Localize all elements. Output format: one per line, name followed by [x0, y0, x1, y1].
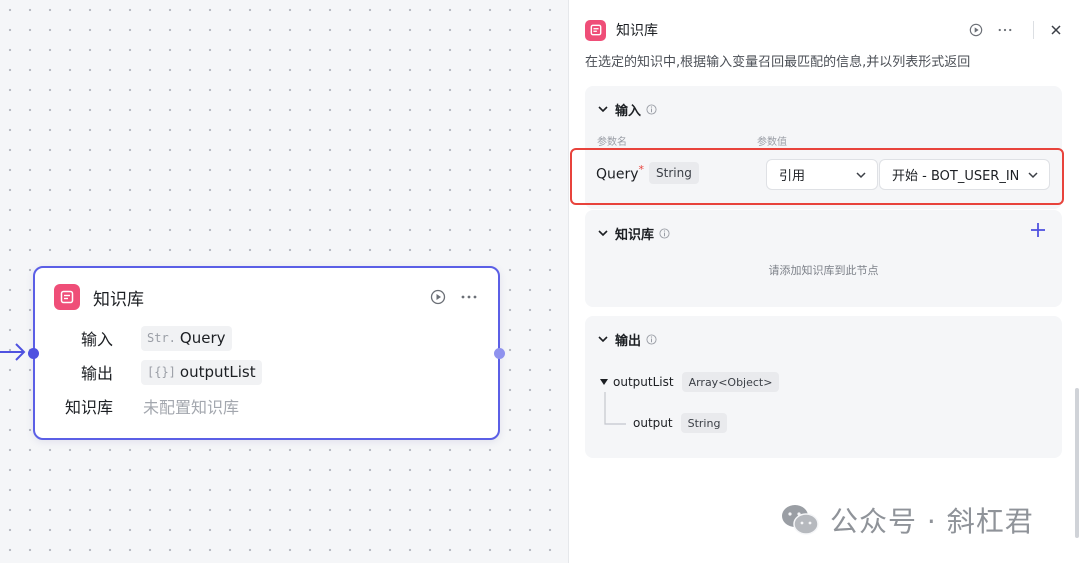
- panel-title: 知识库: [616, 23, 658, 39]
- output-child-type: String: [680, 413, 728, 433]
- more-icon[interactable]: [997, 23, 1013, 37]
- string-type-tag: Str.: [147, 331, 176, 345]
- more-icon[interactable]: [460, 289, 478, 305]
- knowledge-section: 知识库 请添加知识库到此节点: [585, 210, 1062, 307]
- header-divider: [1033, 21, 1034, 39]
- output-variable-chip[interactable]: [{}] outputList: [141, 359, 262, 385]
- output-list-type: Array<Object>: [681, 372, 780, 392]
- node-title: 知识库: [93, 289, 144, 310]
- knowledge-section-header[interactable]: 知识库: [597, 224, 670, 243]
- highlight-annotation-box: [570, 148, 1064, 205]
- add-knowledge-plus-icon[interactable]: [1028, 220, 1048, 240]
- panel-scrollbar[interactable]: [1075, 388, 1079, 538]
- chevron-down-icon[interactable]: [597, 227, 609, 239]
- output-section-header[interactable]: 输出: [597, 330, 657, 349]
- wechat-icon: [782, 505, 819, 535]
- watermark-text: 公众号 · 斜杠君: [830, 505, 1034, 538]
- watermark: 公众号 · 斜杠君: [780, 500, 1034, 540]
- input-section-title: 输入: [615, 103, 642, 119]
- node-output-row: 输出 [{}] outputList: [35, 359, 498, 385]
- kb-placeholder: 未配置知识库: [143, 398, 240, 417]
- input-variable-name: Query: [179, 329, 226, 347]
- param-value-header: 参数值: [757, 137, 787, 148]
- caret-down-icon[interactable]: [599, 377, 609, 387]
- output-tree-row[interactable]: outputList Array<Object>: [599, 372, 780, 392]
- node-input-row: 输入 Str. Query: [35, 325, 498, 351]
- play-icon[interactable]: [969, 23, 983, 37]
- array-type-tag: [{}]: [147, 365, 176, 379]
- output-label: 输出: [80, 364, 113, 383]
- output-list-name: outputList: [613, 375, 674, 389]
- knowledge-empty-text: 请添加知识库到此节点: [768, 264, 879, 277]
- output-variable-name: outputList: [179, 363, 256, 381]
- node-kb-row: 知识库 未配置知识库: [35, 393, 498, 419]
- play-icon[interactable]: [430, 289, 446, 305]
- chevron-down-icon[interactable]: [597, 333, 609, 345]
- panel-description: 在选定的知识中,根据输入变量召回最匹配的信息,并以列表形式返回: [585, 55, 971, 70]
- param-name-header: 参数名: [597, 137, 627, 148]
- input-label: 输入: [80, 330, 113, 349]
- kb-label: 知识库: [64, 398, 113, 417]
- knowledge-base-icon: [585, 19, 606, 41]
- close-icon[interactable]: [1050, 24, 1062, 36]
- output-section: 输出 outputList Array<Object> output Strin…: [585, 316, 1062, 458]
- chevron-down-icon[interactable]: [597, 103, 609, 115]
- tree-connector: [604, 392, 626, 425]
- output-tree-child-row[interactable]: output String: [633, 413, 728, 433]
- knowledge-section-title: 知识库: [615, 227, 655, 243]
- output-section-title: 输出: [615, 333, 642, 349]
- info-icon[interactable]: [646, 333, 657, 345]
- knowledge-base-node[interactable]: 知识库 输入 Str. Query 输出 [{}] outputList 知识库…: [28, 266, 505, 440]
- input-variable-chip[interactable]: Str. Query: [141, 325, 232, 351]
- info-icon[interactable]: [646, 103, 657, 115]
- knowledge-base-icon: [54, 284, 80, 310]
- output-child-name: output: [633, 416, 673, 430]
- node-settings-panel: 知识库 在选定的知识中,根据输入变量召回最匹配的信息,并以列表形式返回 输入 参…: [568, 0, 1080, 563]
- info-icon[interactable]: [659, 227, 670, 239]
- input-section-header[interactable]: 输入: [597, 100, 657, 119]
